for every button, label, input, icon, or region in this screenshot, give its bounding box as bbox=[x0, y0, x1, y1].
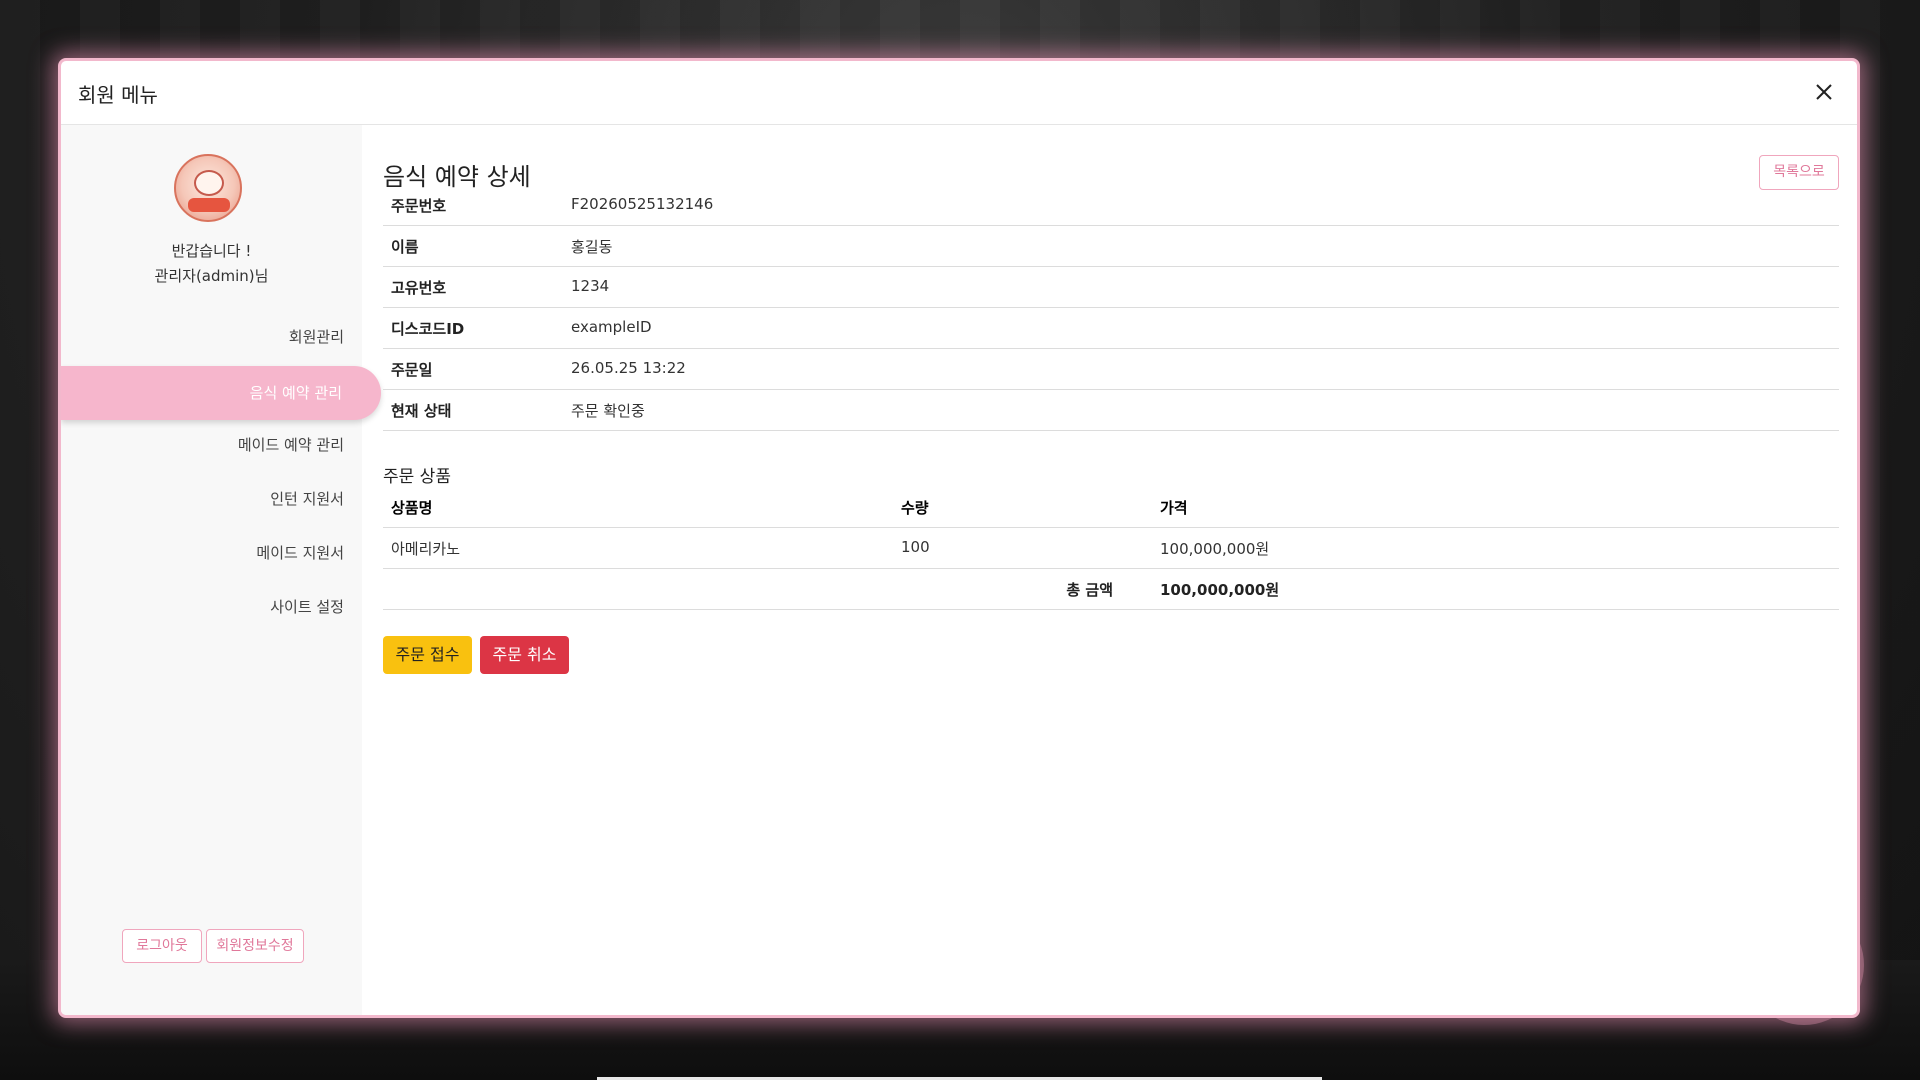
cancel-order-button[interactable]: 주문 취소 bbox=[480, 636, 569, 674]
sidebar-item-maid-application[interactable]: 메이드 지원서 bbox=[256, 542, 344, 563]
table-row: 아메리카노 100 100,000,000원 bbox=[383, 527, 1839, 569]
detail-value: F20260525132146 bbox=[571, 195, 714, 213]
items-table-header: 상품명 수량 가격 bbox=[383, 486, 1839, 528]
modal-title: 회원 메뉴 bbox=[78, 83, 158, 107]
sidebar-item-intern-application[interactable]: 인턴 지원서 bbox=[270, 488, 344, 509]
detail-row-name: 이름 홍길동 bbox=[383, 225, 1839, 267]
item-price: 100,000,000원 bbox=[1160, 540, 1270, 558]
mascot-logo-icon bbox=[174, 154, 242, 222]
edit-profile-button[interactable]: 회원정보수정 bbox=[206, 929, 304, 963]
sidebar: 반갑습니다 ! 관리자(admin)님 회원관리 음식 예약 관리 메이드 예약… bbox=[61, 125, 381, 1015]
logout-button[interactable]: 로그아웃 bbox=[122, 929, 202, 963]
item-quantity: 100 bbox=[901, 538, 930, 556]
detail-value: 주문 확인중 bbox=[571, 402, 645, 420]
sidebar-item-food-reservation[interactable]: 음식 예약 관리 bbox=[61, 366, 381, 420]
sidebar-item-member-management[interactable]: 회원관리 bbox=[289, 326, 344, 347]
detail-value: 1234 bbox=[571, 277, 610, 295]
detail-key: 고유번호 bbox=[391, 279, 447, 297]
member-menu-modal: 회원 메뉴 반갑습니다 ! 관리자(admin)님 회원관리 음식 예약 관리 … bbox=[58, 58, 1860, 1018]
total-value: 100,000,000원 bbox=[1160, 581, 1280, 599]
column-header-price: 가격 bbox=[1160, 499, 1188, 517]
accept-order-button[interactable]: 주문 접수 bbox=[383, 636, 472, 674]
column-header-product: 상품명 bbox=[391, 499, 433, 517]
detail-key: 주문번호 bbox=[391, 197, 447, 215]
detail-row-discord-id: 디스코드ID exampleID bbox=[383, 307, 1839, 349]
detail-key: 주문일 bbox=[391, 361, 433, 379]
main-content: 음식 예약 상세 목록으로 주문번호 F20260525132146 이름 홍길… bbox=[383, 61, 1839, 1015]
detail-row-order-number: 주문번호 F20260525132146 bbox=[383, 184, 1839, 226]
total-row: 총 금액 100,000,000원 bbox=[383, 568, 1839, 610]
greeting-text: 반갑습니다 ! bbox=[171, 242, 252, 260]
detail-key: 이름 bbox=[391, 238, 419, 256]
column-header-quantity: 수량 bbox=[901, 499, 929, 517]
detail-key: 현재 상태 bbox=[391, 402, 452, 420]
sidebar-item-maid-reservation[interactable]: 메이드 예약 관리 bbox=[238, 434, 344, 455]
detail-value: 26.05.25 13:22 bbox=[571, 359, 686, 377]
order-items-title: 주문 상품 bbox=[383, 467, 451, 487]
total-label: 총 금액 bbox=[1066, 581, 1113, 599]
detail-row-status: 현재 상태 주문 확인중 bbox=[383, 389, 1839, 431]
detail-row-unique-number: 고유번호 1234 bbox=[383, 266, 1839, 308]
user-name: 관리자(admin)님 bbox=[154, 267, 269, 285]
sidebar-item-label: 음식 예약 관리 bbox=[249, 384, 342, 402]
detail-value: 홍길동 bbox=[571, 238, 613, 256]
detail-row-order-date: 주문일 26.05.25 13:22 bbox=[383, 348, 1839, 390]
detail-key: 디스코드ID bbox=[391, 320, 465, 338]
sidebar-item-site-settings[interactable]: 사이트 설정 bbox=[270, 596, 344, 617]
detail-value: exampleID bbox=[571, 318, 652, 336]
item-name: 아메리카노 bbox=[391, 540, 461, 558]
